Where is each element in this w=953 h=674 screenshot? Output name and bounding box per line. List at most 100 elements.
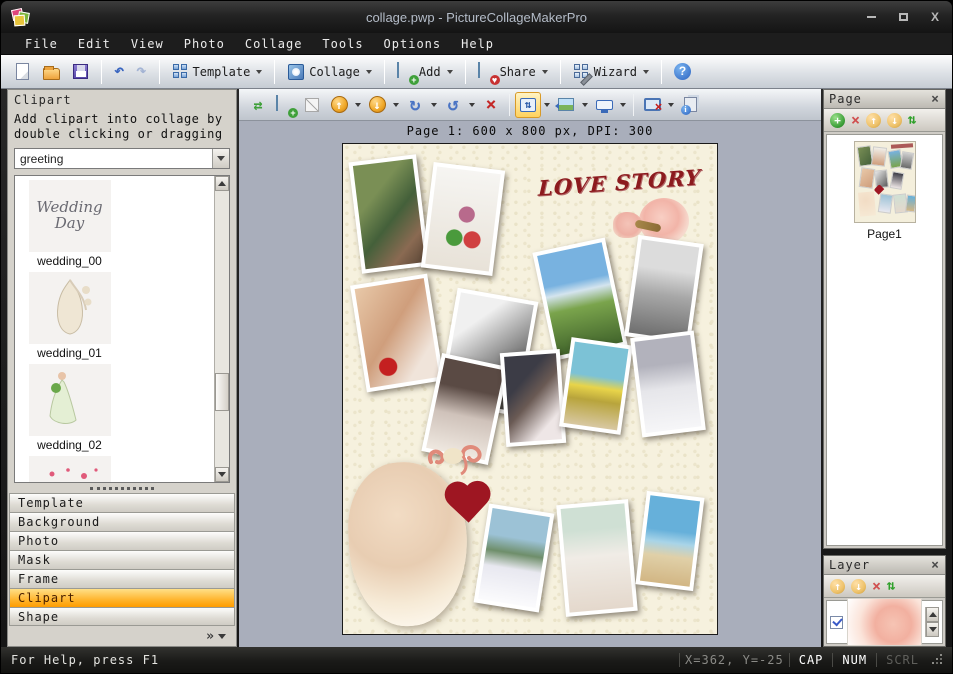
delete-page-button[interactable]: ×	[851, 113, 860, 128]
menu-edit[interactable]: Edit	[68, 35, 121, 53]
close-button[interactable]: X	[926, 9, 944, 25]
menu-tools[interactable]: Tools	[312, 35, 373, 53]
chevron-down-icon[interactable]	[668, 103, 674, 107]
share-button[interactable]: ♥ Share	[473, 58, 553, 86]
refresh-pages-icon[interactable]: ⇄	[905, 116, 919, 124]
preview-button[interactable]	[639, 92, 665, 118]
collage-photo[interactable]	[624, 235, 704, 345]
canvas-area: ⇄ + ↑ ↓ ↻ ↺ × ⇅	[239, 89, 821, 647]
template-label: Template	[193, 65, 251, 79]
maximize-button[interactable]	[894, 9, 912, 25]
wizard-button[interactable]: Wizard	[568, 58, 654, 86]
bring-forward-button[interactable]: ↑	[326, 92, 352, 118]
align-button[interactable]	[553, 92, 579, 118]
clipart-category-value: greeting	[15, 152, 212, 166]
accordion-clipart[interactable]: Clipart	[9, 588, 235, 607]
chevron-down-icon[interactable]	[393, 103, 399, 107]
refresh-layers-icon[interactable]: ⇄	[884, 582, 898, 590]
redo-button[interactable]: ↷	[131, 58, 151, 86]
accordion-template[interactable]: Template	[9, 493, 235, 512]
delete-layer-button[interactable]: ×	[872, 579, 881, 594]
open-button[interactable]	[38, 58, 65, 86]
template-grid-icon	[173, 64, 188, 79]
move-page-up-button[interactable]: ↑	[866, 113, 881, 128]
collage-button[interactable]: Collage	[282, 58, 377, 86]
resize-button[interactable]	[591, 92, 617, 118]
add-photo-icon: +	[276, 96, 294, 114]
chevron-down-icon[interactable]	[582, 103, 588, 107]
clipart-item[interactable]: wedding_03	[21, 456, 118, 482]
menu-options[interactable]: Options	[374, 35, 452, 53]
accordion-photo[interactable]: Photo	[9, 531, 235, 550]
collage-photo[interactable]	[559, 337, 633, 435]
chevron-down-icon[interactable]	[355, 103, 361, 107]
scrollbar-thumb[interactable]	[215, 373, 229, 411]
menu-view[interactable]: View	[121, 35, 174, 53]
clipart-scrollbar[interactable]	[214, 176, 229, 482]
resize-grip[interactable]	[929, 654, 942, 667]
scroll-up-icon[interactable]	[926, 607, 939, 622]
add-page-button[interactable]: +	[830, 113, 845, 128]
chevron-down-icon	[366, 70, 372, 74]
add-photo-button[interactable]: +	[272, 92, 298, 118]
page-info: Page 1: 600 x 800 px, DPI: 300	[239, 121, 821, 141]
toolbar-separator	[560, 60, 561, 84]
scroll-down-icon[interactable]	[926, 622, 939, 637]
clipart-item[interactable]: wedding_01	[21, 272, 118, 360]
chevron-down-icon[interactable]	[620, 103, 626, 107]
collage-photo[interactable]	[630, 330, 706, 437]
template-button[interactable]: Template	[167, 58, 268, 86]
menu-collage[interactable]: Collage	[235, 35, 313, 53]
accordion-mask[interactable]: Mask	[9, 550, 235, 569]
layer-row[interactable]	[830, 598, 922, 646]
swap-photo-button[interactable]: ⇄	[245, 92, 271, 118]
menu-photo[interactable]: Photo	[174, 35, 235, 53]
scroll-down-icon[interactable]	[215, 467, 229, 482]
collage-photo[interactable]	[421, 162, 505, 276]
collage-photo[interactable]	[635, 491, 704, 591]
panel-splitter[interactable]	[8, 483, 236, 493]
page-thumbnail[interactable]	[854, 141, 916, 223]
collage-page[interactable]: LOVE STORY	[342, 143, 718, 635]
accordion-background[interactable]: Background	[9, 512, 235, 531]
send-backward-button[interactable]: ↓	[364, 92, 390, 118]
scroll-up-icon[interactable]	[215, 176, 229, 191]
accordion-more-button[interactable]: »	[8, 626, 236, 646]
minimize-button[interactable]	[862, 9, 880, 25]
menu-file[interactable]: File	[15, 35, 68, 53]
rotate-ccw-button[interactable]: ↺	[440, 92, 466, 118]
properties-button[interactable]	[677, 92, 703, 118]
clipart-item[interactable]: WeddingDay wedding_00	[21, 180, 118, 268]
layer-scrollbar[interactable]	[925, 607, 939, 637]
rotate-cw-button[interactable]: ↻	[402, 92, 428, 118]
new-button[interactable]	[9, 58, 36, 86]
clear-photo-button[interactable]	[299, 92, 325, 118]
rotate-cw-icon: ↻	[410, 96, 421, 114]
chevron-down-icon[interactable]	[544, 103, 550, 107]
distribute-button[interactable]: ⇅	[515, 92, 541, 118]
accordion-frame[interactable]: Frame	[9, 569, 235, 588]
collage-photo[interactable]	[500, 349, 566, 447]
layer-up-button[interactable]: ↑	[830, 579, 845, 594]
move-page-down-button[interactable]: ↓	[887, 113, 902, 128]
undo-button[interactable]: ↶	[109, 58, 129, 86]
accordion-shape[interactable]: Shape	[9, 607, 235, 626]
close-icon[interactable]: ×	[931, 559, 940, 572]
collage-photo[interactable]	[556, 499, 637, 617]
layer-down-button[interactable]: ↓	[851, 579, 866, 594]
delete-object-button[interactable]: ×	[478, 92, 504, 118]
layer-visibility-checkbox[interactable]	[830, 616, 843, 629]
collage-photo[interactable]	[350, 274, 444, 393]
collage-photo[interactable]	[474, 503, 555, 612]
add-button[interactable]: + Add	[392, 58, 458, 86]
chevron-down-icon[interactable]	[469, 103, 475, 107]
clipart-item[interactable]: wedding_02	[21, 364, 118, 452]
clipart-category-dropdown[interactable]: greeting	[14, 148, 230, 169]
close-icon[interactable]: ×	[931, 93, 940, 106]
toolbar-separator	[159, 60, 160, 84]
collage-photo[interactable]	[348, 154, 429, 273]
menu-help[interactable]: Help	[451, 35, 504, 53]
save-button[interactable]	[67, 58, 94, 86]
chevron-down-icon[interactable]	[431, 103, 437, 107]
help-button[interactable]: ?	[669, 58, 696, 86]
